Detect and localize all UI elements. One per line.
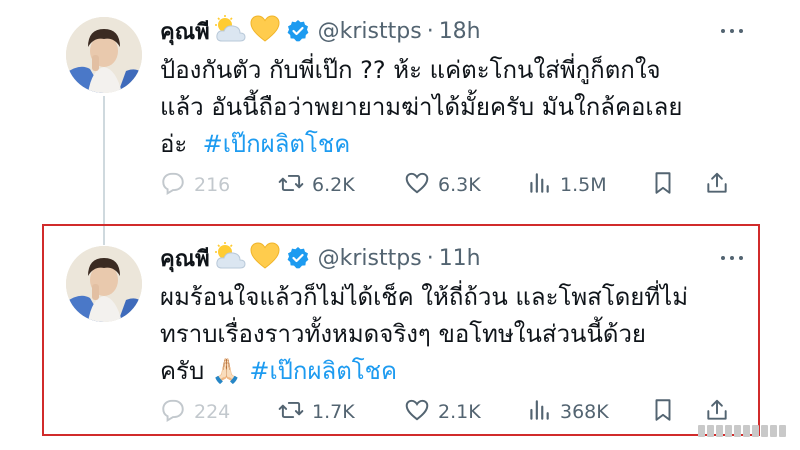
reply-button[interactable]: 216 (160, 170, 230, 200)
watermark-logo (698, 421, 793, 441)
tweet[interactable]: คุณพี @kristtps · 18h ป้องกันตัว กับพี่เ… (0, 0, 800, 215)
display-name[interactable]: คุณพี (160, 14, 210, 49)
like-count: 6.3K (438, 174, 481, 196)
highlight-frame (42, 224, 760, 436)
timestamp[interactable]: 18h (439, 19, 481, 44)
user-handle[interactable]: @kristtps (318, 19, 422, 44)
views-button[interactable]: 1.5M (526, 170, 607, 200)
repost-button[interactable]: 6.2K (278, 170, 355, 200)
repost-count: 6.2K (312, 174, 355, 196)
reply-count: 216 (194, 174, 231, 196)
tweet-text-line: ป้องกันตัว กับพี่เป๊ก ?? ห้ะ แค่ตะโกนใส่… (160, 56, 661, 84)
avatar[interactable] (66, 17, 142, 93)
hashtag-link[interactable]: #เป๊กผลิตโชค (203, 130, 351, 158)
bookmark-button[interactable] (650, 170, 676, 200)
verified-badge-icon (286, 19, 310, 43)
like-button[interactable]: 6.3K (404, 170, 481, 200)
tweet-header: คุณพี @kristtps · 18h (160, 13, 481, 49)
views-count: 1.5M (560, 174, 607, 196)
repost-icon (278, 170, 304, 201)
action-bar: 216 6.2K 6.3K 1.5M (160, 170, 760, 200)
bookmark-icon (650, 170, 676, 201)
share-button[interactable] (704, 170, 730, 200)
views-chart-icon (526, 170, 552, 201)
reply-icon (160, 170, 186, 201)
sun-behind-cloud-icon (214, 15, 246, 47)
tweet-text-line: อ่ะ #เป๊กผลิตโชค (160, 126, 750, 163)
tweet-text: ป้องกันตัว กับพี่เป๊ก ?? ห้ะ แค่ตะโกนใส่… (160, 52, 750, 163)
tweet-text-line: แล้ว อันนี้ถือว่าพยายามฆ่าได้มั้ยครับ มั… (160, 93, 683, 121)
separator-dot: · (426, 18, 434, 44)
yellow-heart-icon (250, 15, 280, 47)
tweet-text-segment: อ่ะ (160, 130, 188, 158)
heart-icon (404, 170, 430, 201)
share-icon (704, 170, 730, 201)
more-options-icon[interactable] (714, 19, 750, 43)
